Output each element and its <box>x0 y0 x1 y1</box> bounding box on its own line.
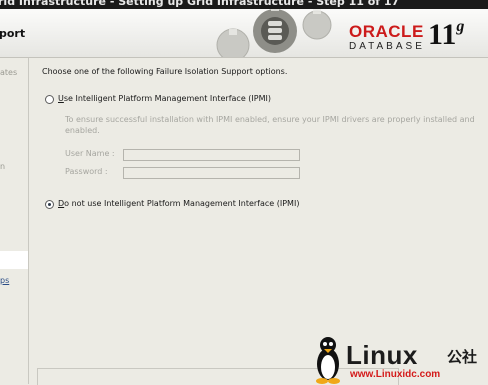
product-name: DATABASE <box>349 41 425 52</box>
password-label: Password : <box>65 167 108 176</box>
ipmi-radio-label[interactable]: Use Intelligent Platform Management Inte… <box>58 94 271 103</box>
step-sidebar: ates n ps <box>0 58 29 384</box>
sidebar-selected-step[interactable] <box>0 251 28 269</box>
page-title: port <box>0 27 26 40</box>
watermark-cn: 公社 <box>447 348 478 366</box>
version-suffix: g <box>456 18 465 35</box>
ipmi-label-text: se Intelligent Platform Management Inter… <box>63 94 271 103</box>
version-number: 11 <box>428 18 457 51</box>
watermark-text: Linux <box>346 340 418 370</box>
user-name-label: User Name : <box>65 149 115 158</box>
no-ipmi-radio-label[interactable]: Do not use Intelligent Platform Manageme… <box>58 199 299 208</box>
sidebar-item-1[interactable]: ates <box>0 68 17 77</box>
ipmi-help-text: To ensure successful installation with I… <box>65 115 475 135</box>
no-ipmi-radio[interactable] <box>45 200 54 209</box>
gears-graphic-icon <box>216 9 332 57</box>
password-field[interactable] <box>123 167 300 179</box>
window-title: rid Infrastructure - Setting up Grid Inf… <box>0 0 400 8</box>
installer-header: port ORACLE DATABASE 11g <box>0 9 488 58</box>
ipmi-radio[interactable] <box>45 95 54 104</box>
sidebar-item-2[interactable]: n <box>0 162 5 171</box>
window-titlebar: rid Infrastructure - Setting up Grid Inf… <box>0 0 488 9</box>
user-name-field[interactable] <box>123 149 300 161</box>
version-logo: 11g <box>428 18 464 52</box>
instruction-text: Choose one of the following Failure Isol… <box>42 67 288 76</box>
no-ipmi-label-text: o not use Intelligent Platform Managemen… <box>64 199 300 208</box>
sidebar-link[interactable]: ps <box>0 276 9 285</box>
oracle-logo: ORACLE <box>349 22 424 41</box>
watermark-url: www.Linuxidc.com <box>350 369 441 380</box>
